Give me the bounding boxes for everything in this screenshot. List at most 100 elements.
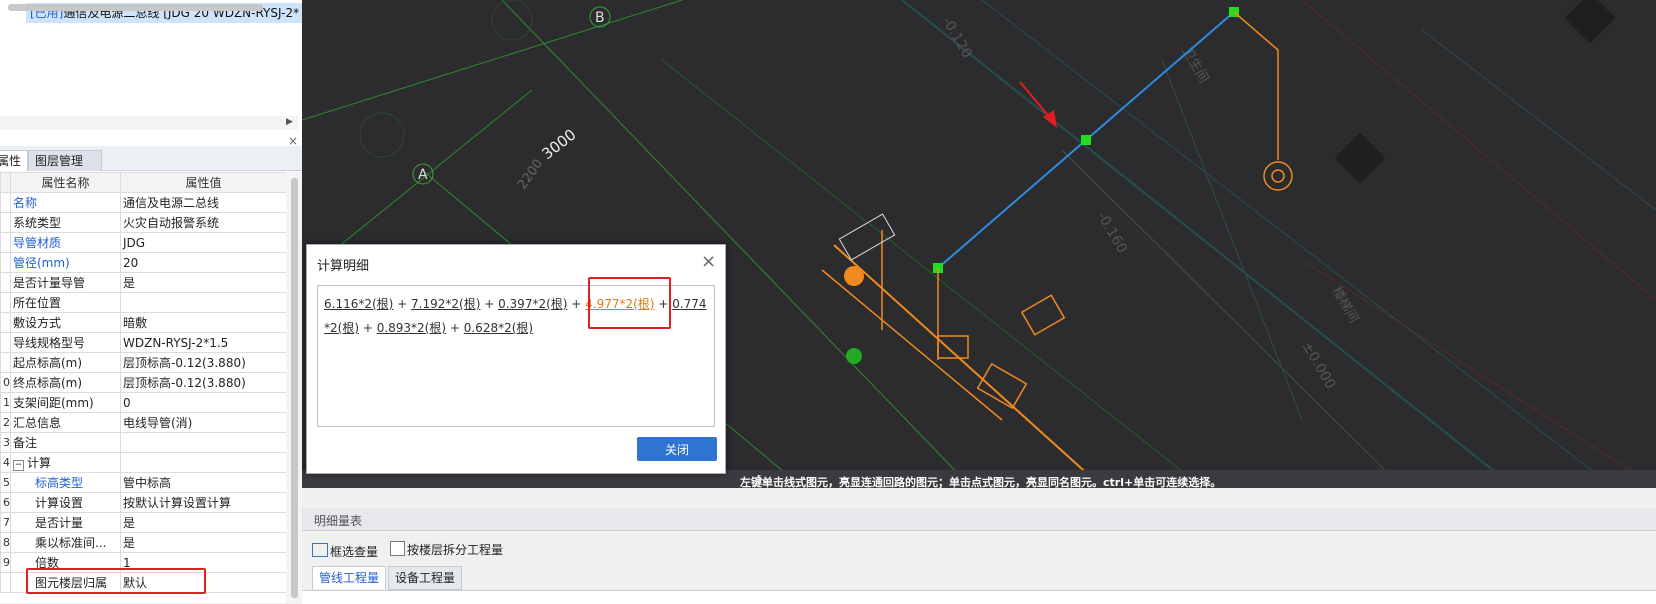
dimension-2200: 2200 <box>515 157 546 193</box>
detector-icon[interactable] <box>1263 161 1293 191</box>
column <box>1564 0 1616 44</box>
property-rows: 名称 通信及电源二总线 系统类型 火灾自动报警系统 导管材质 JDG 管径(mm) 20 是否计… <box>0 192 287 593</box>
property-row[interactable]: 3 备注 <box>0 432 287 453</box>
property-row[interactable]: 导线规格型号 WDZN-RYSJ-2*1.5 <box>0 332 287 353</box>
property-value[interactable]: 通信及电源二总线 <box>120 192 287 213</box>
property-name-text: 计算设置 <box>35 496 84 510</box>
property-value[interactable]: 层顶标高-0.12(3.880) <box>120 372 287 393</box>
property-row[interactable]: 敷设方式 暗敷 <box>0 312 287 333</box>
device-symbol[interactable] <box>937 335 969 359</box>
orange-pipe[interactable] <box>1233 11 1279 160</box>
row-number <box>0 292 11 313</box>
room-label-1: 卫生间 <box>1179 45 1211 86</box>
property-row[interactable]: 管径(mm) 20 <box>0 252 287 273</box>
close-button[interactable]: 关闭 <box>637 437 717 461</box>
property-value[interactable]: 层顶标高-0.12(3.880) <box>120 352 287 373</box>
property-row[interactable]: 5 标高类型 管中标高 <box>0 472 287 493</box>
property-row[interactable]: 8 乘以标准间... 是 <box>0 532 287 553</box>
property-name-text: 名称 <box>13 196 38 210</box>
formula-term[interactable]: 0.628*2(根) <box>464 321 533 335</box>
row-number: 9 <box>0 552 11 573</box>
dialog-close-icon[interactable]: × <box>701 251 716 272</box>
property-name: − 计算 <box>10 452 121 473</box>
property-value[interactable]: 是 <box>120 272 287 293</box>
header-name: 属性名称 <box>10 172 121 193</box>
property-name-text: 是否计量导管 <box>13 276 86 290</box>
formula-term[interactable]: 0.893*2(根) <box>377 321 446 335</box>
property-row[interactable]: 名称 通信及电源二总线 <box>0 192 287 213</box>
box-select-icon[interactable] <box>312 543 328 557</box>
property-row[interactable]: 是否计量导管 是 <box>0 272 287 293</box>
row-number: 0 <box>0 372 11 393</box>
property-name: 管径(mm) <box>10 252 121 273</box>
row-number <box>0 232 11 253</box>
property-table-header: 属性名称 属性值 <box>0 172 287 193</box>
collapse-icon[interactable]: − <box>13 460 24 471</box>
row-number: 3 <box>0 432 11 453</box>
property-row[interactable]: 起点标高(m) 层顶标高-0.12(3.880) <box>0 352 287 373</box>
horizontal-scrollbar-thumb[interactable] <box>8 4 263 11</box>
property-value[interactable]: 0 <box>120 392 287 413</box>
device-symbol[interactable] <box>1020 294 1066 336</box>
property-row[interactable]: 所在位置 <box>0 292 287 313</box>
property-row[interactable]: 系统类型 火灾自动报警系统 <box>0 212 287 233</box>
property-table: 属性名称 属性值 名称 通信及电源二总线 系统类型 火灾自动报警系统 导管材质 JDG 管径… <box>0 172 287 593</box>
property-row[interactable]: 导管材质 JDG <box>0 232 287 253</box>
row-number: 6 <box>0 492 11 513</box>
formula-term[interactable]: 7.192*2(根) <box>411 297 480 311</box>
wall-line <box>1301 259 1656 487</box>
tab-attributes[interactable]: 属性 <box>0 150 29 171</box>
formula-term[interactable]: 6.116*2(根) <box>324 297 393 311</box>
property-row[interactable]: 4− 计算 <box>0 452 287 473</box>
device-symbol[interactable] <box>976 362 1028 410</box>
row-number: 5 <box>0 472 11 493</box>
horizontal-scrollbar[interactable] <box>0 116 298 130</box>
split-by-floor-checkbox[interactable] <box>390 541 405 556</box>
property-value[interactable]: 暗敷 <box>120 312 287 333</box>
tab-layer-management[interactable]: 图层管理 <box>28 150 102 171</box>
property-row[interactable]: 0 终点标高(m) 层顶标高-0.12(3.880) <box>0 372 287 393</box>
property-row[interactable]: 6 计算设置 按默认计算设置计算 <box>0 492 287 513</box>
property-name-text: 敷设方式 <box>13 316 62 330</box>
red-arrow <box>1019 81 1053 121</box>
formula-operator: + <box>446 321 464 335</box>
property-name: 备注 <box>10 432 121 453</box>
junction-box-icon[interactable] <box>844 266 864 286</box>
orange-pipe[interactable] <box>833 244 1103 487</box>
property-row[interactable]: 2 汇总信息 电线导管(消) <box>0 412 287 433</box>
property-value[interactable]: 20 <box>120 252 287 273</box>
property-name-text: 汇总信息 <box>13 416 62 430</box>
property-value[interactable]: 火灾自动报警系统 <box>120 212 287 233</box>
property-name-text: 支架间距(mm) <box>13 396 94 410</box>
property-name: 终点标高(m) <box>10 372 121 393</box>
property-name: 起点标高(m) <box>10 352 121 373</box>
axis-bubble-shadow <box>359 112 405 158</box>
property-value[interactable]: WDZN-RYSJ-2*1.5 <box>120 332 287 353</box>
formula-term[interactable]: 0.397*2(根) <box>498 297 567 311</box>
property-value[interactable]: 管中标高 <box>120 472 287 493</box>
bottom-panel <box>302 488 1656 603</box>
column <box>1334 132 1386 184</box>
property-row[interactable]: 7 是否计量 是 <box>0 512 287 533</box>
property-value[interactable]: 电线导管(消) <box>120 412 287 433</box>
scroll-right-icon[interactable]: ▶ <box>286 117 296 129</box>
tab-device-quantity[interactable]: 设备工程量 <box>388 566 463 590</box>
pipe-node-selected[interactable] <box>1081 135 1091 145</box>
vertical-scrollbar-thumb[interactable] <box>291 178 298 598</box>
tab-pipe-quantity[interactable]: 管线工程量 <box>312 566 387 589</box>
property-value[interactable] <box>120 452 287 473</box>
box-select-button[interactable]: 框选查量 <box>330 543 378 560</box>
property-value[interactable]: 是 <box>120 512 287 533</box>
property-value[interactable] <box>120 292 287 313</box>
property-row[interactable]: 1 支架间距(mm) 0 <box>0 392 287 413</box>
property-value[interactable]: JDG <box>120 232 287 253</box>
row-number <box>0 272 11 293</box>
property-value[interactable]: 按默认计算设置计算 <box>120 492 287 513</box>
property-name-text: 是否计量 <box>35 516 84 530</box>
property-value[interactable] <box>120 432 287 453</box>
formula-operator: + <box>359 321 377 335</box>
property-name-text: 计算 <box>27 456 52 470</box>
highlight-box-term <box>588 277 671 329</box>
orange-pipe[interactable] <box>821 269 1003 421</box>
property-value[interactable]: 是 <box>120 532 287 553</box>
